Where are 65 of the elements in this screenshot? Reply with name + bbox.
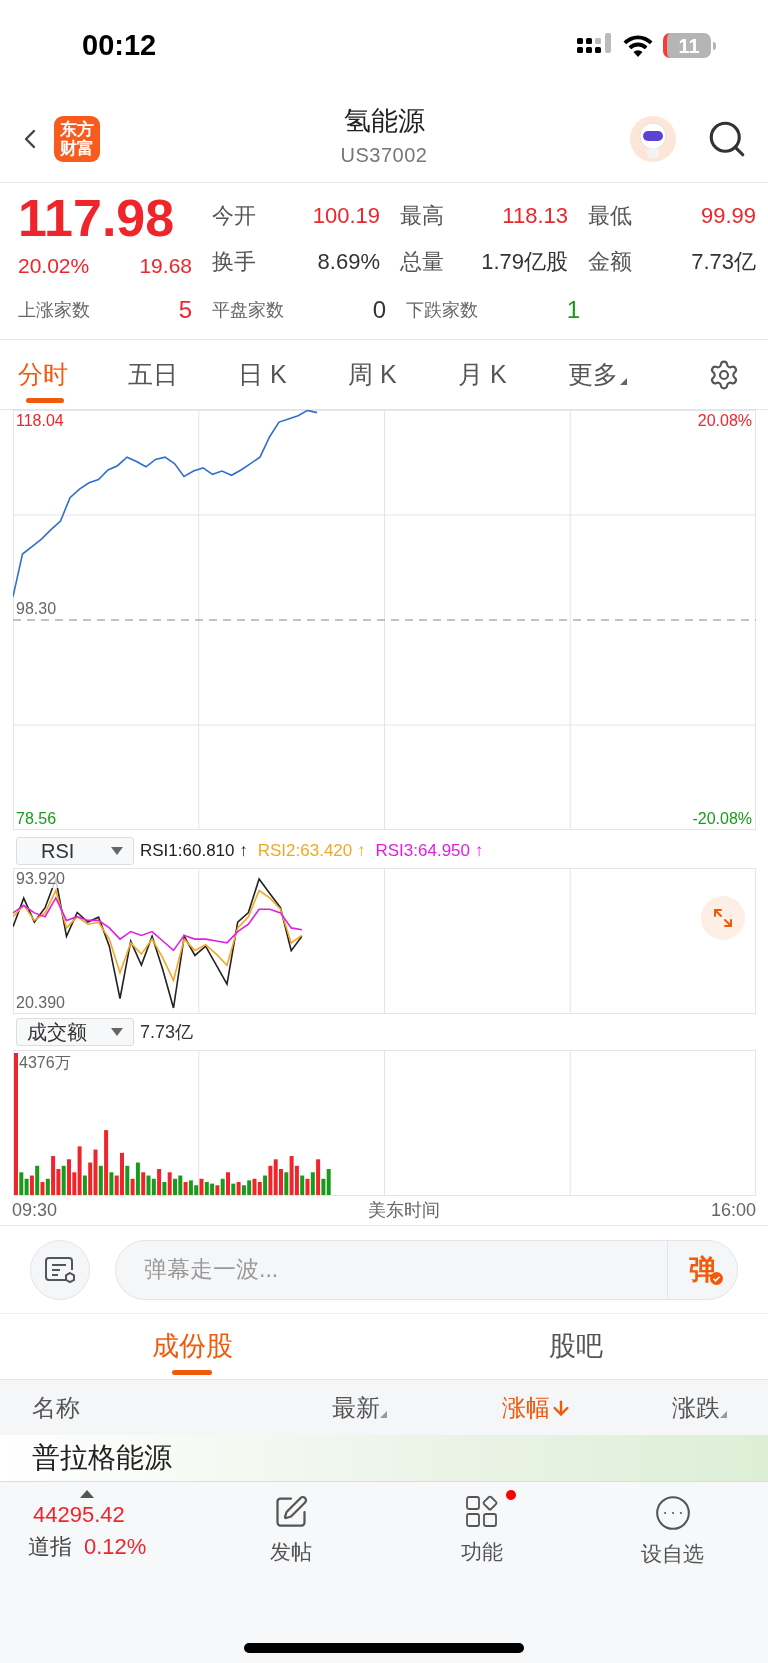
volume-total: 7.73亿 xyxy=(140,1020,194,1044)
column-header[interactable]: 涨跌 xyxy=(672,1389,762,1426)
axis-label: 16:00 xyxy=(710,1199,756,1222)
axis-label: 4376万 xyxy=(19,1054,71,1072)
chart-tab[interactable]: 五日 xyxy=(128,344,238,405)
caret-icon xyxy=(380,1411,387,1418)
nav-item[interactable]: 设自选 xyxy=(577,1490,768,1570)
legend-label: RSI3:64.950 ↑ xyxy=(375,840,484,863)
axis-label: 118.04 xyxy=(16,412,64,430)
stock-code: US37002 xyxy=(340,143,428,168)
last-price: 117.98 xyxy=(18,189,176,247)
legend-label: RSI2:63.420 ↑ xyxy=(257,840,366,863)
stat-label: 最高 xyxy=(400,202,444,230)
change-amount: 19.68 xyxy=(139,253,192,279)
indicator-select[interactable]: RSI xyxy=(16,837,134,865)
column-header[interactable]: 最新 xyxy=(332,1389,502,1426)
caret-icon xyxy=(720,1411,727,1418)
stock-name[interactable]: 普拉格能源 xyxy=(0,1441,172,1475)
stat-label: 总量 xyxy=(400,248,444,276)
clock-time: 00:12 xyxy=(82,27,157,63)
count-value: 5 xyxy=(178,295,192,325)
grid-icon xyxy=(463,1494,500,1530)
axis-title: 美东时间 xyxy=(368,1199,440,1222)
count-label: 下跌家数 xyxy=(406,298,478,322)
axis-label: 78.56 xyxy=(16,810,57,828)
count-label: 上涨家数 xyxy=(18,298,90,322)
stat-value: 1.79亿股 xyxy=(481,248,568,276)
chart-tab[interactable]: 日 K xyxy=(238,344,348,405)
axis-label: 98.30 xyxy=(16,600,57,618)
stat-label: 最低 xyxy=(588,202,632,230)
axis-label: 09:30 xyxy=(12,1199,58,1222)
stat-value: 100.19 xyxy=(312,202,380,230)
axis-label: -20.08% xyxy=(692,810,752,828)
stat-value: 8.69% xyxy=(317,248,380,276)
app-logo: 东方 财富 xyxy=(54,115,100,162)
count-label: 平盘家数 xyxy=(212,298,284,322)
count-value: 1 xyxy=(566,295,580,325)
settings-icon[interactable] xyxy=(708,358,740,391)
stat-label: 换手 xyxy=(212,248,256,276)
more-icon xyxy=(653,1494,692,1532)
stat-label: 金额 xyxy=(588,248,632,276)
column-header[interactable]: 名称 xyxy=(32,1389,332,1426)
stat-value: 7.73亿 xyxy=(691,248,756,276)
nav-item[interactable]: 功能 xyxy=(386,1490,577,1568)
index-ticker[interactable]: 44295.42 道指 0.12% xyxy=(0,1490,195,1564)
legend-label: RSI1:60.810 ↑ xyxy=(140,840,248,863)
more-menu[interactable]: 更多 xyxy=(568,344,678,405)
nav-item[interactable]: 发帖 xyxy=(195,1490,386,1568)
stat-value: 118.13 xyxy=(502,202,568,230)
page-title: 氢能源 xyxy=(343,105,425,138)
segment-tab[interactable]: 股吧 xyxy=(384,1314,768,1379)
caret-icon xyxy=(620,378,627,385)
expand-icon xyxy=(712,907,734,929)
avatar-icon[interactable] xyxy=(630,115,676,162)
count-value: 0 xyxy=(372,295,386,325)
change-percent: 20.02% xyxy=(18,253,90,279)
stat-value: 99.99 xyxy=(700,202,756,230)
axis-label: 93.920 xyxy=(16,870,65,888)
chart-tab[interactable]: 周 K xyxy=(348,344,458,405)
chart-tab[interactable]: 月 K xyxy=(458,344,568,405)
stat-label: 今开 xyxy=(212,202,256,230)
expand-button[interactable] xyxy=(701,896,745,940)
wifi-icon xyxy=(623,34,653,57)
axis-label: 20.08% xyxy=(697,412,752,430)
indicator-select[interactable]: 成交额 xyxy=(16,1018,134,1046)
